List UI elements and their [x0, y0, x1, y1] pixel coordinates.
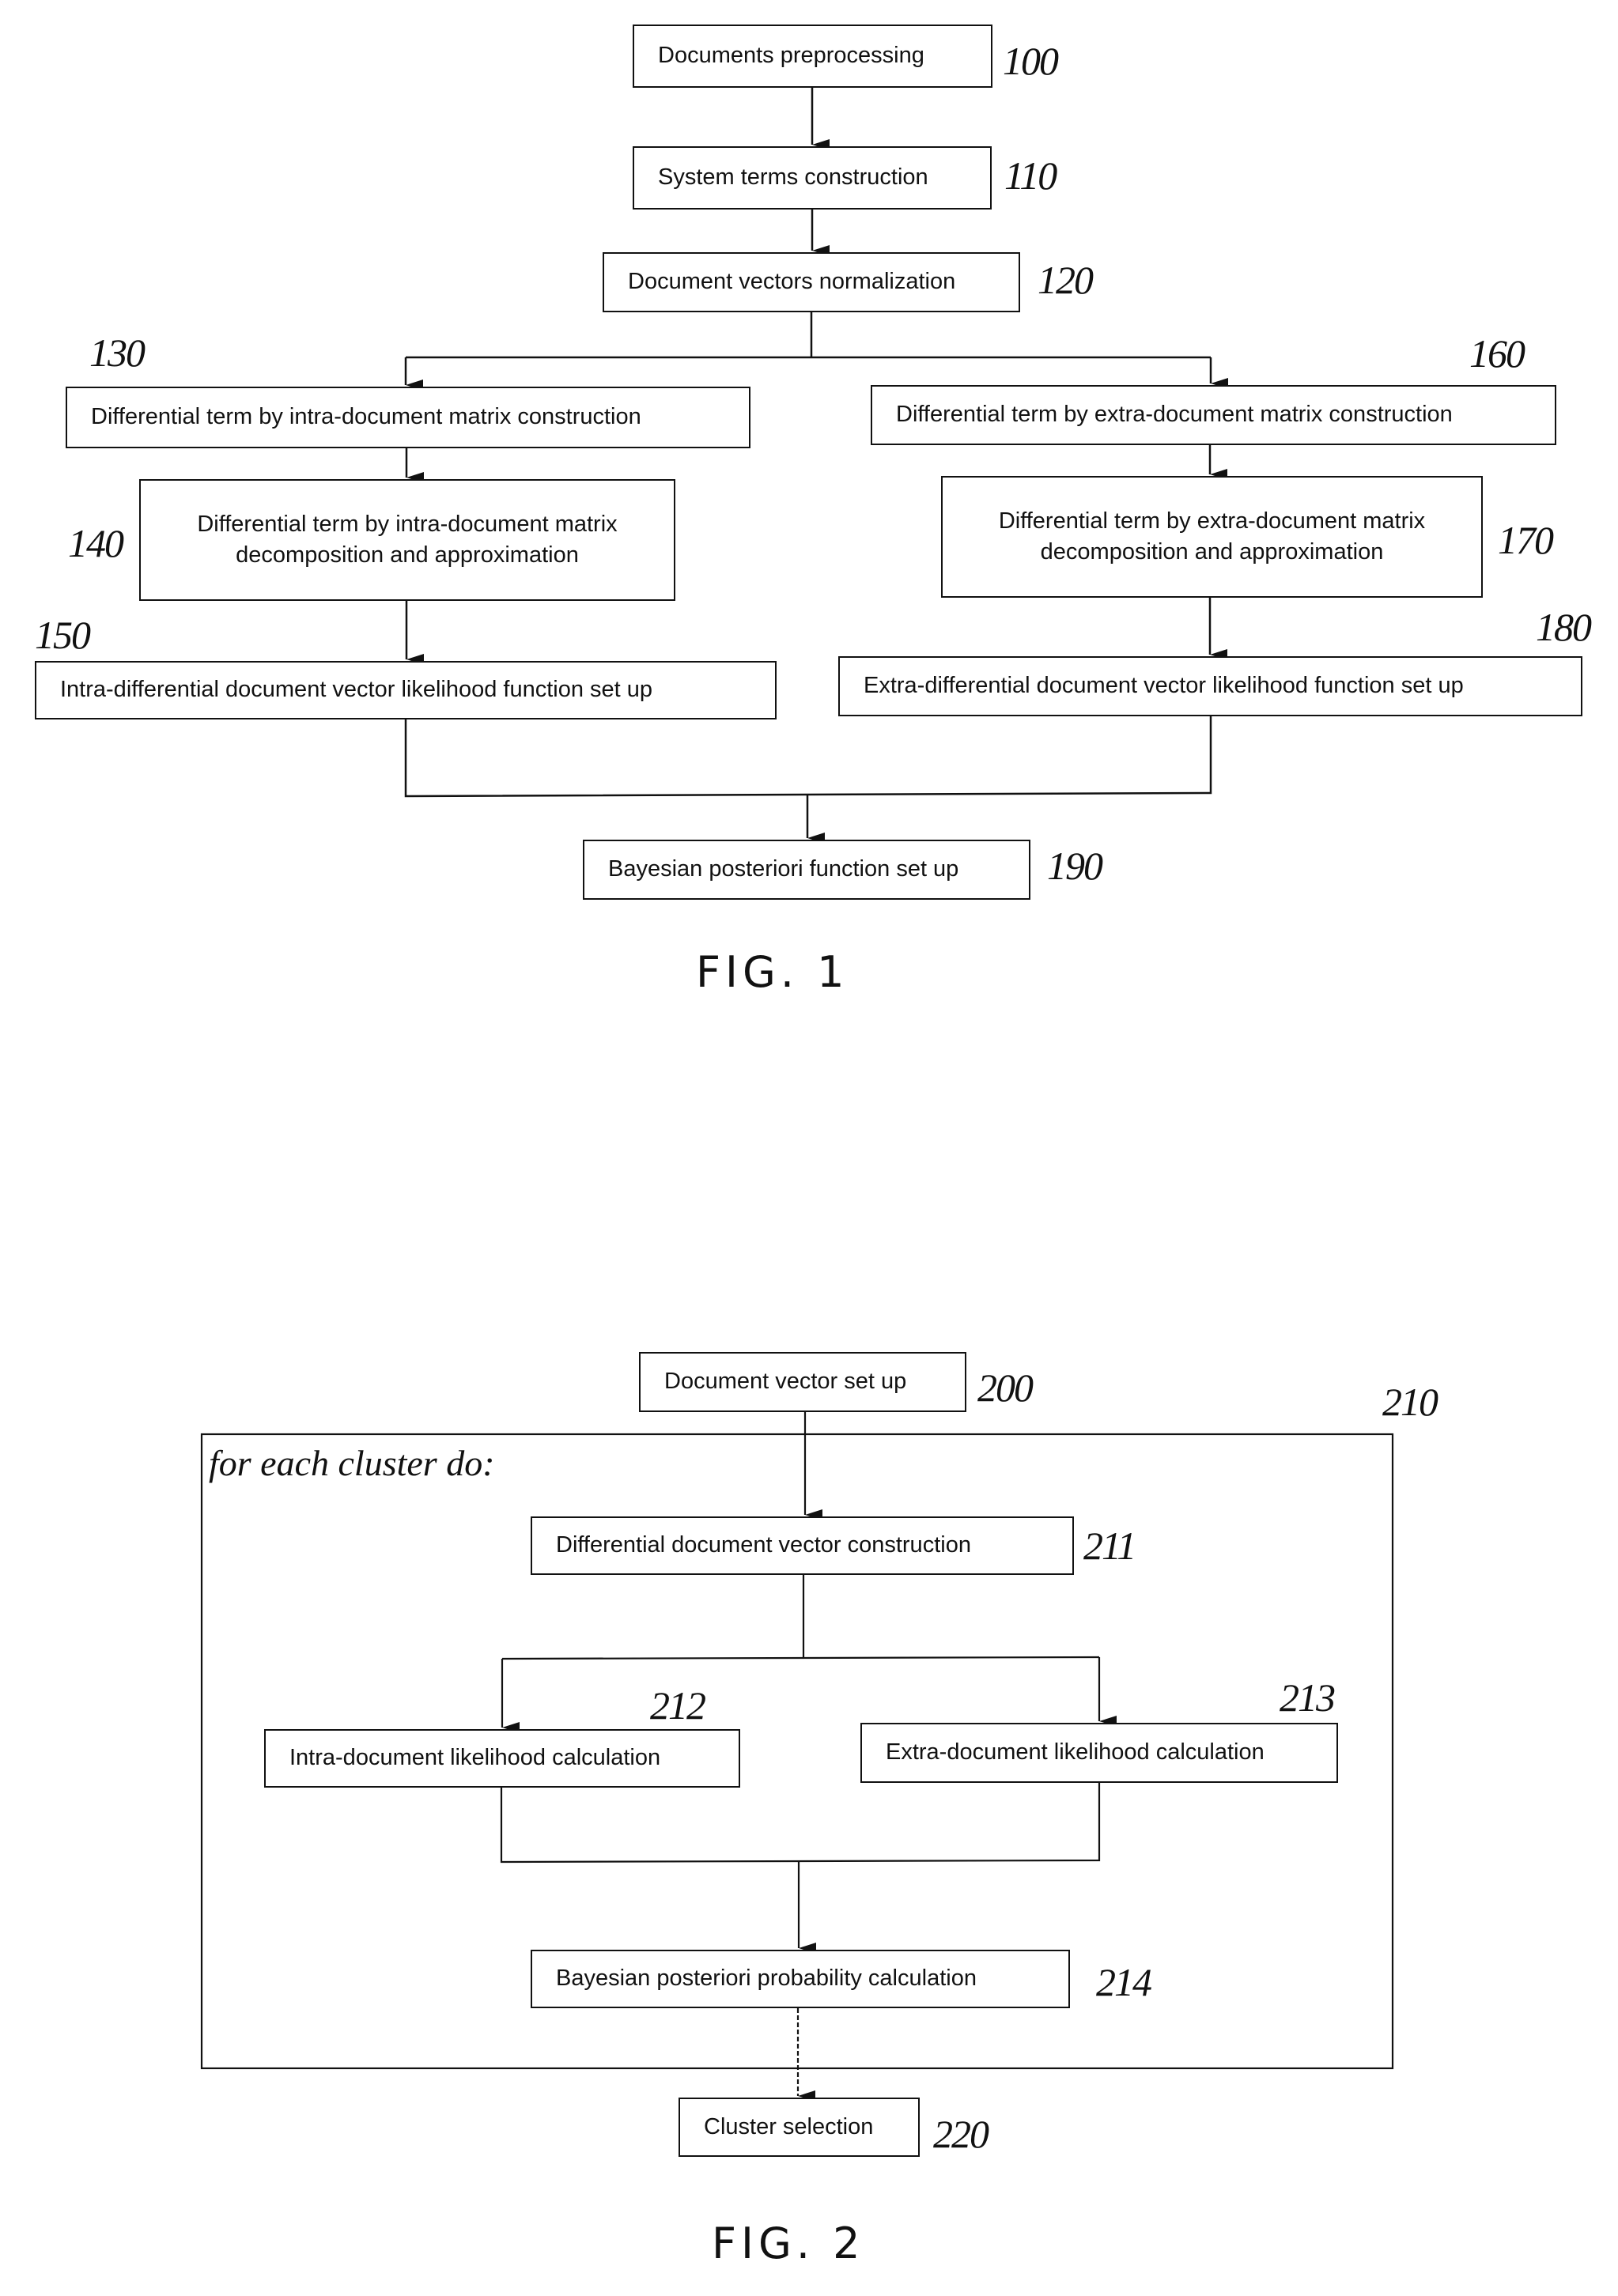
merge-212-213 — [500, 1783, 1101, 1864]
step-211-box: Differential document vector constructio… — [531, 1516, 1074, 1575]
step-190-box: Bayesian posteriori function set up — [583, 840, 1030, 900]
ref-220: 220 — [933, 2112, 989, 2156]
step-212-box: Intra-document likelihood calculation — [264, 1729, 740, 1788]
step-150-text: Intra-differential document vector likel… — [60, 677, 653, 703]
ref-200: 200 — [977, 1365, 1034, 1410]
step-200-box: Document vector set up — [639, 1352, 966, 1412]
merge-150-180 — [404, 716, 1212, 798]
step-214-text: Bayesian posteriori probability calculat… — [556, 1966, 977, 1992]
ref-190: 190 — [1047, 844, 1103, 888]
step-120-box: Document vectors normalization — [603, 252, 1020, 312]
step-170-box: Differential term by extra-document matr… — [941, 476, 1483, 598]
patent-drawing-sheet: Documents preprocessing 100 System terms… — [0, 0, 1618, 2296]
ref-180: 180 — [1536, 605, 1592, 649]
step-100-box: Documents preprocessing — [633, 25, 992, 88]
step-160-text: Differential term by extra-document matr… — [896, 402, 1453, 428]
loop-label: for each cluster do: — [209, 1443, 495, 1483]
step-220-box: Cluster selection — [679, 2098, 920, 2157]
ref-160: 160 — [1469, 331, 1525, 376]
step-110-text: System terms construction — [658, 164, 928, 191]
ref-150: 150 — [35, 613, 91, 657]
step-212-text: Intra-document likelihood calculation — [289, 1745, 661, 1771]
ref-100: 100 — [1003, 39, 1059, 83]
step-130-text: Differential term by intra-document matr… — [91, 404, 641, 430]
ref-210: 210 — [1382, 1380, 1438, 1424]
step-120-text: Document vectors normalization — [628, 269, 956, 295]
step-160-box: Differential term by extra-document matr… — [871, 385, 1556, 445]
step-213-box: Extra-document likelihood calculation — [860, 1723, 1338, 1783]
step-213-text: Extra-document likelihood calculation — [886, 1739, 1265, 1765]
step-190-text: Bayesian posteriori function set up — [608, 856, 959, 882]
step-110-box: System terms construction — [633, 146, 992, 210]
step-140-box: Differential term by intra-document matr… — [139, 479, 675, 601]
ref-140: 140 — [68, 521, 124, 565]
ref-213: 213 — [1280, 1675, 1336, 1720]
ref-214: 214 — [1096, 1960, 1152, 2004]
fig1-label: FIG. 1 — [696, 947, 849, 997]
step-211-text: Differential document vector constructio… — [556, 1532, 971, 1558]
ref-130: 130 — [89, 330, 146, 375]
step-130-box: Differential term by intra-document matr… — [66, 387, 750, 448]
ref-212: 212 — [650, 1683, 706, 1728]
step-180-text: Extra-differential document vector likel… — [864, 673, 1464, 699]
ref-170: 170 — [1498, 518, 1554, 562]
step-140-text: Differential term by intra-document matr… — [197, 511, 618, 568]
step-100-text: Documents preprocessing — [658, 43, 924, 69]
ref-110: 110 — [1004, 153, 1057, 198]
split-horizontal-2 — [501, 1656, 1100, 1660]
step-150-box: Intra-differential document vector likel… — [35, 661, 777, 719]
step-170-text: Differential term by extra-document matr… — [998, 508, 1426, 565]
fig2-label: FIG. 2 — [712, 2219, 865, 2268]
step-180-box: Extra-differential document vector likel… — [838, 656, 1582, 716]
step-200-text: Document vector set up — [664, 1369, 907, 1395]
ref-211: 211 — [1083, 1524, 1136, 1568]
step-220-text: Cluster selection — [704, 2113, 874, 2139]
ref-120: 120 — [1038, 258, 1094, 302]
step-214-box: Bayesian posteriori probability calculat… — [531, 1950, 1070, 2008]
